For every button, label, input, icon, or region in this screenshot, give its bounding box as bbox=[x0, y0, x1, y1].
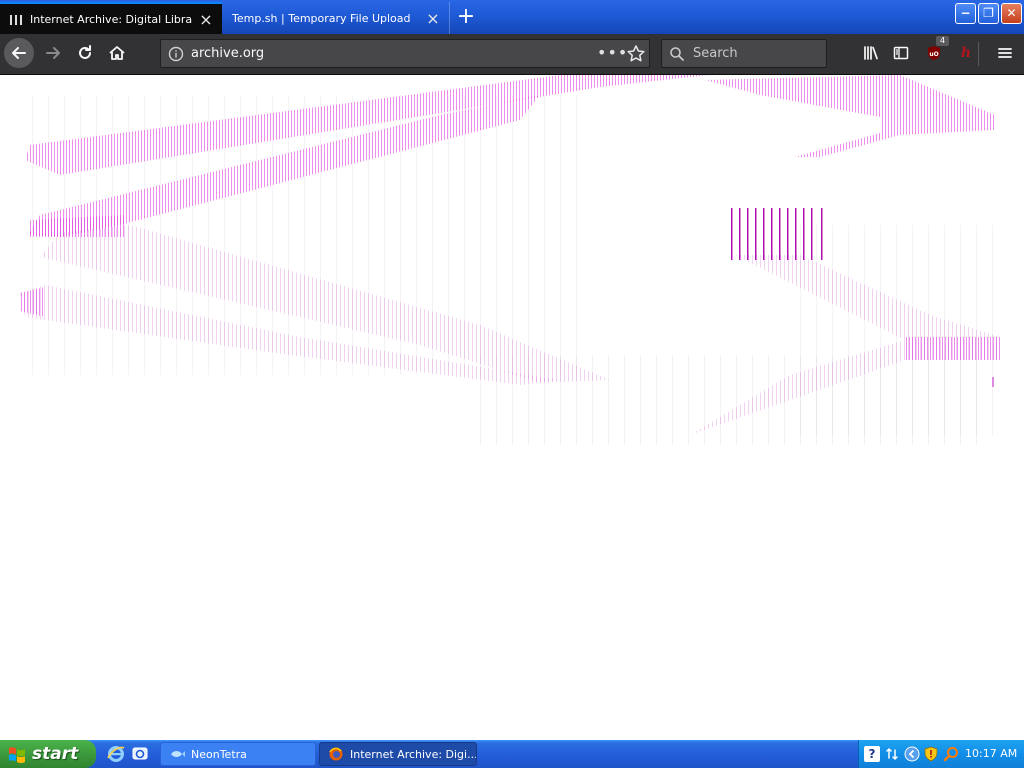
task-label: NeonTetra bbox=[191, 747, 247, 761]
render-glitch-artifact bbox=[20, 75, 1000, 445]
home-button[interactable] bbox=[102, 38, 132, 68]
url-text[interactable]: archive.org bbox=[191, 46, 264, 61]
forward-button[interactable] bbox=[38, 38, 68, 68]
system-tray: ? 10:17 AM bbox=[858, 740, 1024, 768]
open-menu-button[interactable] bbox=[990, 38, 1020, 68]
internet-explorer-icon[interactable] bbox=[106, 744, 126, 764]
new-tab-button[interactable]: + bbox=[454, 4, 478, 30]
network-icon[interactable] bbox=[884, 746, 900, 762]
tab-title: Temp.sh | Temporary File Upload bbox=[232, 11, 411, 25]
help-icon[interactable]: ? bbox=[864, 746, 880, 762]
fish-icon bbox=[171, 751, 185, 757]
close-tab-icon[interactable]: × bbox=[423, 8, 443, 28]
taskbar: start NeonTetra Internet Archive: Digi..… bbox=[0, 740, 1024, 768]
search-bar[interactable]: Search bbox=[661, 39, 827, 68]
minimize-button[interactable]: − bbox=[955, 3, 976, 24]
extension-h-button[interactable]: h bbox=[951, 38, 981, 68]
taskbar-button-internet-archive[interactable]: Internet Archive: Digi... bbox=[319, 742, 477, 766]
clock[interactable]: 10:17 AM bbox=[965, 747, 1017, 760]
search-icon bbox=[670, 47, 684, 61]
arrow-right-icon bbox=[46, 47, 60, 59]
hamburger-menu-icon bbox=[998, 48, 1012, 58]
firefox-icon bbox=[329, 747, 343, 761]
start-label: start bbox=[32, 744, 79, 764]
close-tab-icon[interactable]: × bbox=[196, 9, 216, 29]
page-viewport[interactable] bbox=[0, 75, 1024, 740]
reload-button[interactable] bbox=[70, 38, 100, 68]
archive-favicon-icon bbox=[10, 13, 22, 25]
extension-h-icon: h bbox=[960, 45, 972, 61]
start-button[interactable]: start bbox=[0, 740, 96, 768]
search-icon[interactable] bbox=[943, 746, 959, 762]
back-button[interactable] bbox=[4, 38, 34, 68]
windows-logo-icon bbox=[9, 747, 25, 763]
bookmark-star-icon[interactable] bbox=[625, 43, 647, 65]
tab-title: Internet Archive: Digital Library of Fre… bbox=[30, 12, 192, 26]
home-icon bbox=[109, 46, 125, 60]
taskbar-button-neontetra[interactable]: NeonTetra bbox=[160, 742, 316, 766]
chevron-left-icon[interactable] bbox=[904, 746, 920, 762]
sidebar-toggle-button[interactable] bbox=[886, 38, 916, 68]
task-label: Internet Archive: Digi... bbox=[350, 747, 477, 761]
maximize-button[interactable]: ❐ bbox=[978, 3, 999, 24]
arrow-left-icon bbox=[12, 47, 26, 59]
security-shield-icon[interactable] bbox=[923, 746, 939, 762]
info-icon[interactable] bbox=[167, 45, 185, 63]
ublock-origin-button[interactable]: uO 4 bbox=[919, 36, 949, 68]
reload-icon bbox=[79, 45, 91, 59]
address-bar[interactable]: archive.org ••• bbox=[160, 39, 650, 68]
ublock-count-badge: 4 bbox=[936, 36, 949, 46]
page-actions-button[interactable]: ••• bbox=[597, 41, 627, 67]
search-placeholder: Search bbox=[693, 46, 738, 61]
library-button[interactable] bbox=[856, 38, 886, 68]
browser-title-bar: Internet Archive: Digital Library of Fre… bbox=[0, 0, 1024, 34]
tab-temp-sh[interactable]: Temp.sh | Temporary File Upload × bbox=[222, 2, 450, 34]
sidebar-icon bbox=[893, 46, 909, 60]
show-desktop-icon[interactable] bbox=[130, 744, 150, 764]
navigation-toolbar: archive.org ••• Search uO 4 h bbox=[0, 34, 1024, 75]
close-window-button[interactable]: ✕ bbox=[1001, 3, 1022, 24]
svg-text:uO: uO bbox=[929, 51, 938, 58]
toolbar-separator bbox=[978, 42, 979, 66]
library-icon bbox=[864, 46, 878, 60]
tab-internet-archive[interactable]: Internet Archive: Digital Library of Fre… bbox=[0, 2, 222, 34]
ublock-shield-icon: uO bbox=[928, 46, 940, 60]
